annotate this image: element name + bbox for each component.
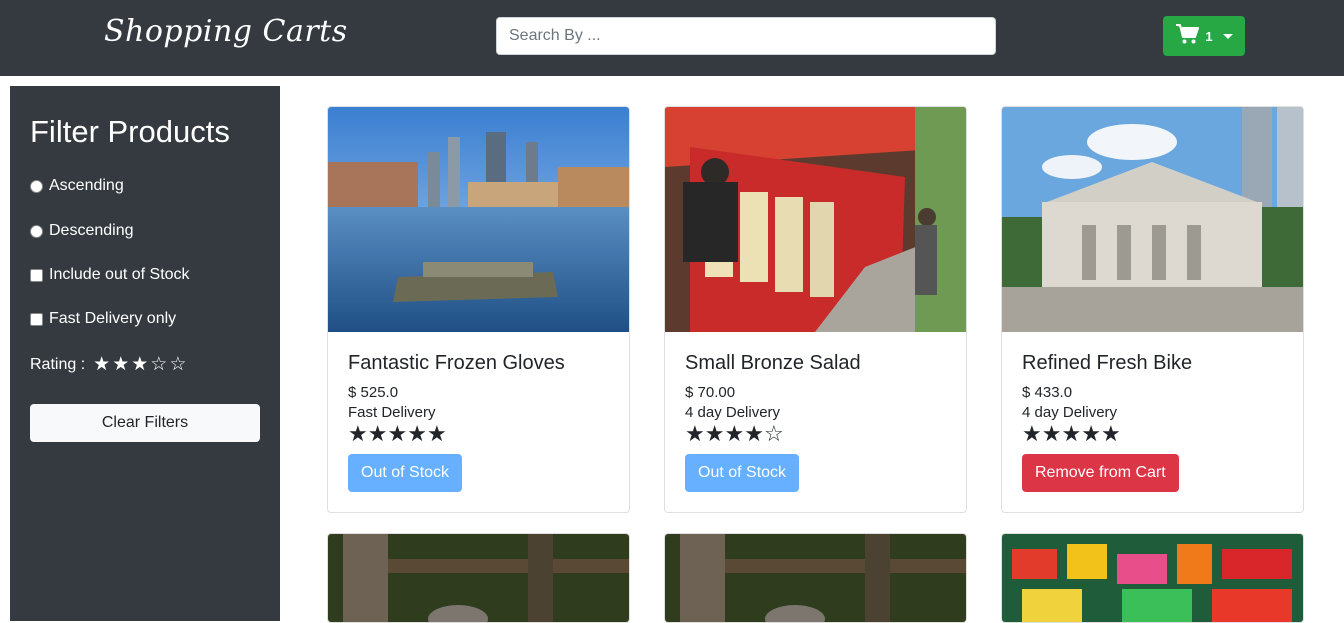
product-price: $ 70.00 [685, 384, 736, 401]
clear-filters-button[interactable]: Clear Filters [30, 404, 260, 442]
star-filled-icon: ★ [387, 421, 408, 446]
fast-delivery-option[interactable]: Fast Delivery only [30, 310, 176, 328]
include-out-of-stock-option[interactable]: Include out of Stock [30, 266, 190, 284]
filter-title: Filter Products [30, 114, 230, 149]
star-empty-icon[interactable]: ☆ [169, 355, 186, 374]
star-filled-icon: ★ [704, 421, 725, 446]
fast-delivery-label: Fast Delivery only [49, 310, 177, 327]
search-input[interactable] [496, 17, 996, 55]
star-filled-icon: ★ [1022, 421, 1042, 446]
star-filled-icon: ★ [1100, 421, 1121, 446]
product-image [1002, 534, 1303, 622]
cart-count-badge: 1 [1205, 28, 1213, 44]
product-name: Small Bronze Salad [685, 352, 861, 374]
star-filled-icon: ★ [367, 421, 388, 446]
product-rating-stars: ★★★★☆ [685, 423, 946, 445]
star-filled-icon: ★ [724, 421, 745, 446]
product-card: Refined Fresh Bike $ 433.0 4 day Deliver… [1001, 106, 1304, 513]
shopping-cart-icon [1175, 23, 1200, 50]
product-delivery: 4 day Delivery [1022, 404, 1118, 421]
rating-label: Rating : [30, 355, 86, 373]
sort-descending-option[interactable]: Descending [30, 222, 134, 240]
chevron-down-icon [1222, 33, 1233, 39]
product-image [1002, 107, 1303, 332]
remove-from-cart-button[interactable]: Remove from Cart [1022, 454, 1179, 492]
product-rating-stars: ★★★★★ [1022, 423, 1283, 445]
star-filled-icon: ★ [1041, 421, 1062, 446]
product-image [665, 107, 966, 332]
product-name: Fantastic Frozen Gloves [348, 352, 565, 374]
star-empty-icon: ☆ [763, 421, 784, 446]
product-price: $ 433.0 [1022, 384, 1073, 401]
star-filled-icon: ★ [426, 421, 447, 446]
product-card-body: Small Bronze Salad $ 70.00 4 day Deliver… [665, 332, 966, 512]
star-filled-icon: ★ [348, 421, 368, 446]
product-card [1001, 533, 1304, 623]
product-delivery: Fast Delivery [348, 404, 436, 421]
ascending-label: Ascending [49, 177, 124, 194]
star-filled-icon[interactable]: ★ [131, 355, 148, 374]
product-card: Fantastic Frozen Gloves $ 525.0 Fast Del… [327, 106, 630, 513]
product-card [664, 533, 967, 623]
top-navbar: Shopping Carts 1 [0, 0, 1344, 76]
rating-filter: Rating : ★ ★ ★ ☆ ☆ [30, 355, 186, 374]
brand-title[interactable]: Shopping Carts [104, 14, 348, 49]
product-card-body: Fantastic Frozen Gloves $ 525.0 Fast Del… [328, 332, 629, 512]
star-filled-icon: ★ [744, 421, 764, 446]
product-card-body: Refined Fresh Bike $ 433.0 4 day Deliver… [1002, 332, 1303, 512]
fast-delivery-checkbox[interactable] [30, 312, 43, 326]
cart-dropdown-button[interactable]: 1 [1163, 16, 1245, 56]
product-image [665, 534, 966, 622]
star-filled-icon[interactable]: ★ [112, 355, 129, 374]
star-filled-icon[interactable]: ★ [93, 355, 110, 374]
product-image [328, 534, 629, 622]
star-filled-icon: ★ [407, 421, 427, 446]
star-filled-icon: ★ [685, 421, 705, 446]
sort-ascending-option[interactable]: Ascending [30, 177, 124, 195]
product-rating-stars: ★★★★★ [348, 423, 609, 445]
product-card: Small Bronze Salad $ 70.00 4 day Deliver… [664, 106, 967, 513]
product-price: $ 525.0 [348, 384, 399, 401]
star-filled-icon: ★ [1061, 421, 1082, 446]
product-image [328, 107, 629, 332]
product-card [327, 533, 630, 623]
filter-sidebar: Filter Products Ascending Descending Inc… [10, 86, 280, 621]
descending-radio[interactable] [30, 224, 43, 238]
product-name: Refined Fresh Bike [1022, 352, 1193, 374]
star-empty-icon[interactable]: ☆ [150, 355, 167, 374]
out-of-stock-button[interactable]: Out of Stock [348, 454, 463, 492]
include-out-of-stock-label: Include out of Stock [49, 266, 190, 283]
ascending-radio[interactable] [30, 179, 43, 193]
star-filled-icon: ★ [1081, 421, 1101, 446]
descending-label: Descending [49, 222, 134, 239]
out-of-stock-button[interactable]: Out of Stock [685, 454, 800, 492]
product-delivery: 4 day Delivery [685, 404, 781, 421]
include-out-of-stock-checkbox[interactable] [30, 268, 43, 282]
rating-stars[interactable]: ★ ★ ★ ☆ ☆ [93, 355, 186, 374]
